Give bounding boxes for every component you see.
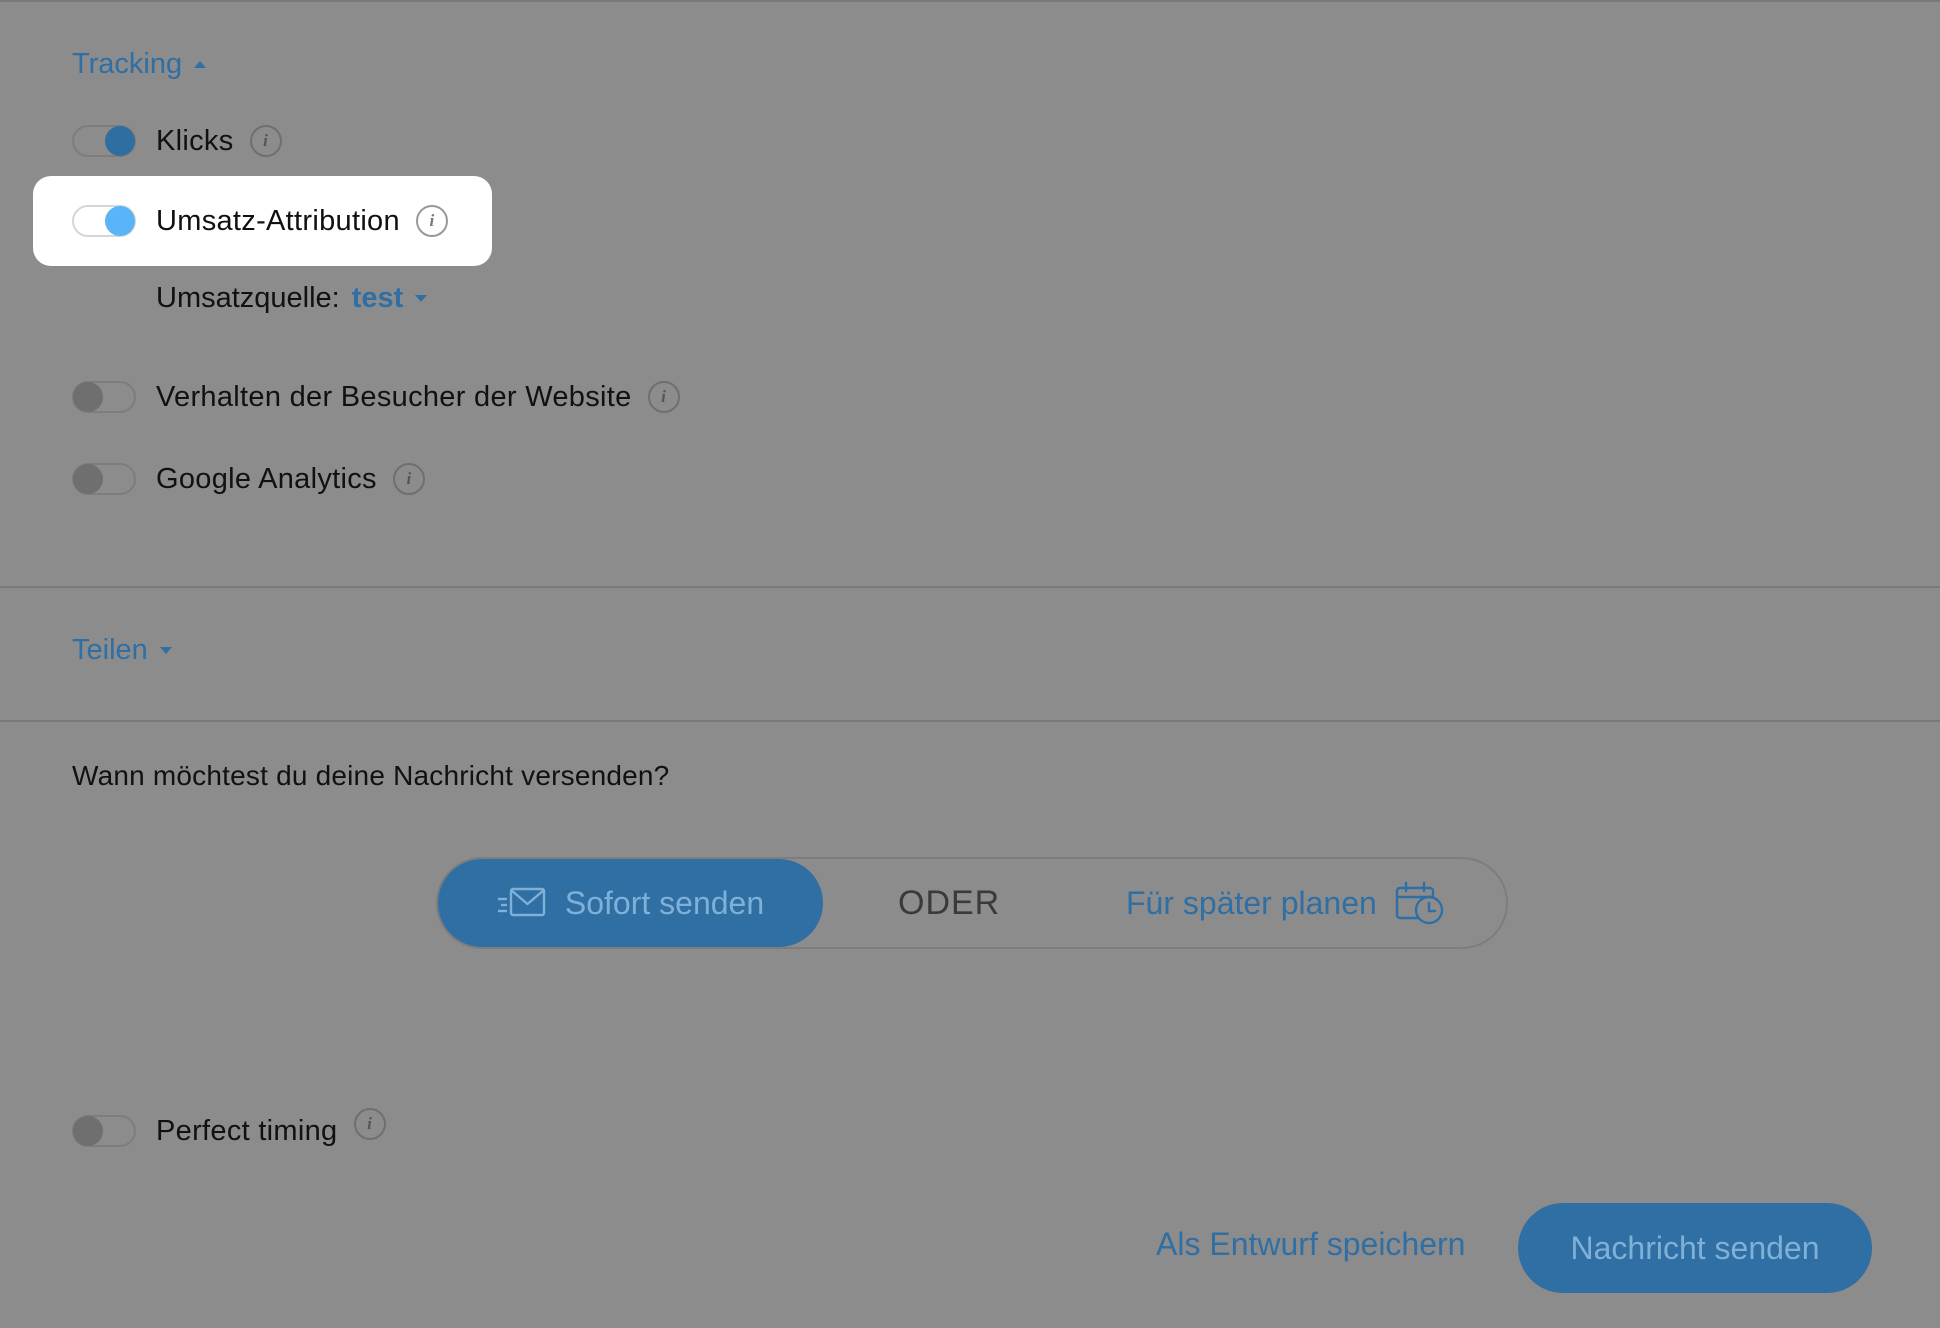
revenue-source-label: Umsatzquelle: [156,281,340,314]
top-divider [0,0,1940,2]
toggle-knob [105,206,135,236]
tracking-section-toggle[interactable]: Tracking [72,48,207,81]
info-icon[interactable]: i [249,125,282,157]
tracking-header: Tracking [72,48,183,80]
revenue-attribution-highlight: Umsatz-Attribution i [33,176,492,266]
send-options-group: Sofort senden ODER Für später planen [436,857,1508,949]
share-section-toggle[interactable]: Teilen [72,634,172,667]
toggle-knob [73,464,103,494]
share-header: Teilen [72,634,148,666]
save-draft-button[interactable]: Als Entwurf speichern [1156,1226,1465,1263]
revenue-source-value: test [351,281,404,314]
info-icon[interactable]: i [392,463,425,495]
toggle-knob [73,1116,103,1146]
revenue-source-row: Umsatzquelle: test [156,276,428,320]
perfect-timing-toggle[interactable] [72,1115,136,1147]
divider-tracking-share [0,586,1940,588]
visitor-behavior-label: Verhalten der Besucher der Website [156,380,632,413]
tracking-row-visitor-behavior: Verhalten der Besucher der Website i [72,375,680,419]
perfect-timing-row: Perfect timing i [72,1108,386,1153]
clicks-toggle[interactable] [72,125,136,157]
schedule-question: Wann möchtest du deine Nachricht versend… [72,760,670,791]
toggle-knob [105,126,135,156]
info-icon[interactable]: i [647,381,680,413]
caret-up-icon [194,61,207,68]
or-label: ODER [898,883,1001,922]
plan-later-label: Für später planen [1126,884,1377,921]
caret-down-icon [415,294,428,302]
send-now-button[interactable]: Sofort senden [438,859,823,947]
tracking-row-google-analytics: Google Analytics i [72,457,425,501]
info-icon[interactable]: i [415,205,448,237]
send-now-label: Sofort senden [564,884,765,921]
revenue-attribution-label: Umsatz-Attribution [156,204,400,237]
toggle-knob [73,382,103,412]
calendar-clock-icon [1395,881,1444,925]
divider-share-schedule [0,720,1940,722]
revenue-attribution-toggle[interactable] [72,205,136,237]
send-message-button[interactable]: Nachricht senden [1518,1203,1872,1293]
plan-later-button[interactable]: Für später planen [1126,859,1445,947]
tracking-row-clicks: Klicks i [72,119,282,163]
google-analytics-label: Google Analytics [156,462,377,495]
caret-down-icon [159,647,172,654]
tracking-row-revenue-attribution: Umsatz-Attribution i [72,199,448,243]
envelope-send-icon [497,887,546,917]
visitor-behavior-toggle[interactable] [72,381,136,413]
info-icon[interactable]: i [353,1108,386,1140]
perfect-timing-label: Perfect timing [156,1114,338,1147]
revenue-source-dropdown[interactable]: test [352,282,428,315]
clicks-label: Klicks [156,124,234,157]
send-message-label: Nachricht senden [1570,1229,1820,1266]
google-analytics-toggle[interactable] [72,463,136,495]
